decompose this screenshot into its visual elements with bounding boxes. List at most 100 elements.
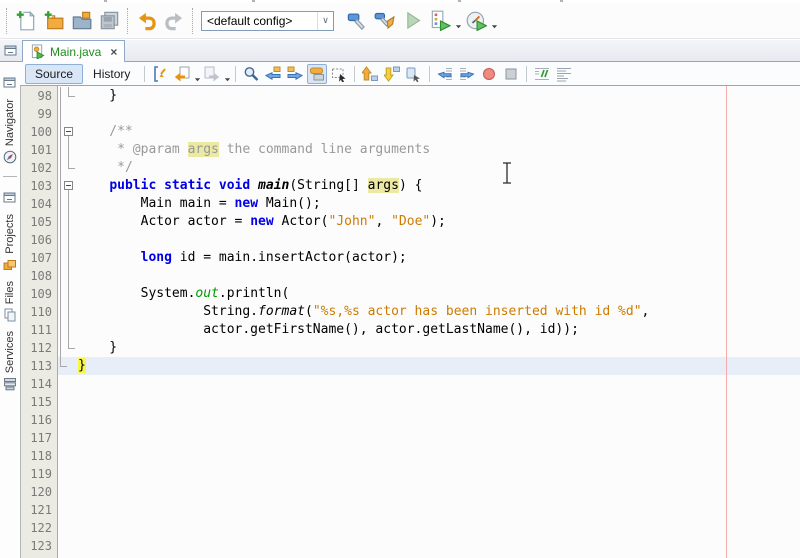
fold-margin[interactable] <box>58 411 78 429</box>
toggle-highlight-icon[interactable] <box>307 64 327 84</box>
fold-margin[interactable] <box>58 537 78 555</box>
fold-margin[interactable] <box>58 285 78 303</box>
build-icon[interactable] <box>342 7 370 35</box>
comment-icon[interactable] <box>532 64 552 84</box>
fold-margin[interactable] <box>58 213 78 231</box>
code-line-123[interactable]: 123 <box>20 537 800 555</box>
redo-icon[interactable] <box>160 7 188 35</box>
line-number[interactable]: 111 <box>20 321 58 339</box>
line-number[interactable]: 103 <box>20 177 58 195</box>
line-number[interactable]: 116 <box>20 411 58 429</box>
code-line-103[interactable]: 103 public static void main(String[] arg… <box>20 177 800 195</box>
code-line-119[interactable]: 119 <box>20 465 800 483</box>
macro-stop-icon[interactable] <box>501 64 521 84</box>
line-number[interactable]: 123 <box>20 537 58 555</box>
code-line-109[interactable]: 109 System.out.println( <box>20 285 800 303</box>
open-project-icon[interactable] <box>67 7 95 35</box>
line-number[interactable]: 112 <box>20 339 58 357</box>
shift-left-icon[interactable] <box>435 64 455 84</box>
fold-margin[interactable] <box>58 87 78 105</box>
code-line-120[interactable]: 120 <box>20 483 800 501</box>
line-number[interactable]: 107 <box>20 249 58 267</box>
dropdown-caret-icon[interactable] <box>455 17 462 24</box>
code-line-106[interactable]: 106 <box>20 231 800 249</box>
dock-window-icon[interactable] <box>4 44 18 58</box>
next-bookmark-icon[interactable] <box>382 64 402 84</box>
line-number[interactable]: 109 <box>20 285 58 303</box>
line-number[interactable]: 110 <box>20 303 58 321</box>
code-line-107[interactable]: 107 long id = main.insertActor(actor); <box>20 249 800 267</box>
fold-margin[interactable] <box>58 231 78 249</box>
code-line-111[interactable]: 111 actor.getFirstName(), actor.getLastN… <box>20 321 800 339</box>
rect-selection-icon[interactable] <box>329 64 349 84</box>
tab-main-java[interactable]: Main.java × <box>22 40 125 62</box>
fold-margin[interactable] <box>58 465 78 483</box>
code-line-114[interactable]: 114 <box>20 375 800 393</box>
line-number[interactable]: 102 <box>20 159 58 177</box>
fold-margin[interactable] <box>58 195 78 213</box>
close-tab-icon[interactable]: × <box>110 45 117 59</box>
fold-margin[interactable] <box>58 519 78 537</box>
line-number[interactable]: 105 <box>20 213 58 231</box>
line-number[interactable]: 108 <box>20 267 58 285</box>
sidebar-item-files[interactable]: Files <box>3 281 17 322</box>
sidebar-item-services[interactable]: Services <box>3 331 17 391</box>
line-number[interactable]: 120 <box>20 483 58 501</box>
line-number[interactable]: 99 <box>20 105 58 123</box>
toggle-bookmark-icon[interactable] <box>404 64 424 84</box>
clean-build-icon[interactable] <box>370 7 398 35</box>
dropdown-caret-icon[interactable] <box>224 70 231 77</box>
fold-margin[interactable] <box>58 447 78 465</box>
profile-icon[interactable] <box>462 7 490 35</box>
code-line-101[interactable]: 101 * @param args the command line argum… <box>20 141 800 159</box>
fold-margin[interactable] <box>58 357 78 375</box>
new-file-icon[interactable] <box>11 7 39 35</box>
fold-margin[interactable] <box>58 303 78 321</box>
find-icon[interactable] <box>241 64 261 84</box>
code-line-98[interactable]: 98 } <box>20 87 800 105</box>
code-line-105[interactable]: 105 Actor actor = new Actor("John", "Doe… <box>20 213 800 231</box>
line-number[interactable]: 101 <box>20 141 58 159</box>
run-icon[interactable] <box>398 7 426 35</box>
history-view-button[interactable]: History <box>83 64 140 84</box>
find-next-icon[interactable] <box>285 64 305 84</box>
line-number[interactable]: 115 <box>20 393 58 411</box>
line-number[interactable]: 104 <box>20 195 58 213</box>
new-project-icon[interactable] <box>39 7 67 35</box>
dropdown-caret-icon[interactable] <box>491 17 498 24</box>
code-line-115[interactable]: 115 <box>20 393 800 411</box>
fold-margin[interactable] <box>58 123 78 141</box>
dock-window-icon[interactable] <box>3 76 17 90</box>
last-edit-icon[interactable] <box>150 64 170 84</box>
undo-icon[interactable] <box>132 7 160 35</box>
code-line-113[interactable]: 113} <box>20 357 800 375</box>
chevron-down-icon[interactable]: ∨ <box>317 12 333 30</box>
code-line-112[interactable]: 112 } <box>20 339 800 357</box>
sidebar-item-navigator[interactable]: Navigator <box>3 99 17 164</box>
fold-margin[interactable] <box>58 267 78 285</box>
code-line-122[interactable]: 122 <box>20 519 800 537</box>
code-line-110[interactable]: 110 String.format("%s,%s actor has been … <box>20 303 800 321</box>
uncomment-icon[interactable] <box>554 64 574 84</box>
line-number[interactable]: 118 <box>20 447 58 465</box>
code-line-118[interactable]: 118 <box>20 447 800 465</box>
line-number[interactable]: 121 <box>20 501 58 519</box>
code-line-99[interactable]: 99 <box>20 105 800 123</box>
fold-margin[interactable] <box>58 249 78 267</box>
fold-margin[interactable] <box>58 177 78 195</box>
fold-margin[interactable] <box>58 501 78 519</box>
line-number[interactable]: 106 <box>20 231 58 249</box>
line-number[interactable]: 122 <box>20 519 58 537</box>
dropdown-caret-icon[interactable] <box>194 70 201 77</box>
nav-forward-icon[interactable] <box>202 64 222 84</box>
debug-project-icon[interactable] <box>426 7 454 35</box>
fold-margin[interactable] <box>58 483 78 501</box>
find-previous-icon[interactable] <box>263 64 283 84</box>
nav-back-icon[interactable] <box>172 64 192 84</box>
line-number[interactable]: 98 <box>20 87 58 105</box>
code-line-104[interactable]: 104 Main main = new Main(); <box>20 195 800 213</box>
fold-margin[interactable] <box>58 339 78 357</box>
line-number[interactable]: 100 <box>20 123 58 141</box>
line-number[interactable]: 117 <box>20 429 58 447</box>
dock-window-icon[interactable] <box>3 191 17 205</box>
